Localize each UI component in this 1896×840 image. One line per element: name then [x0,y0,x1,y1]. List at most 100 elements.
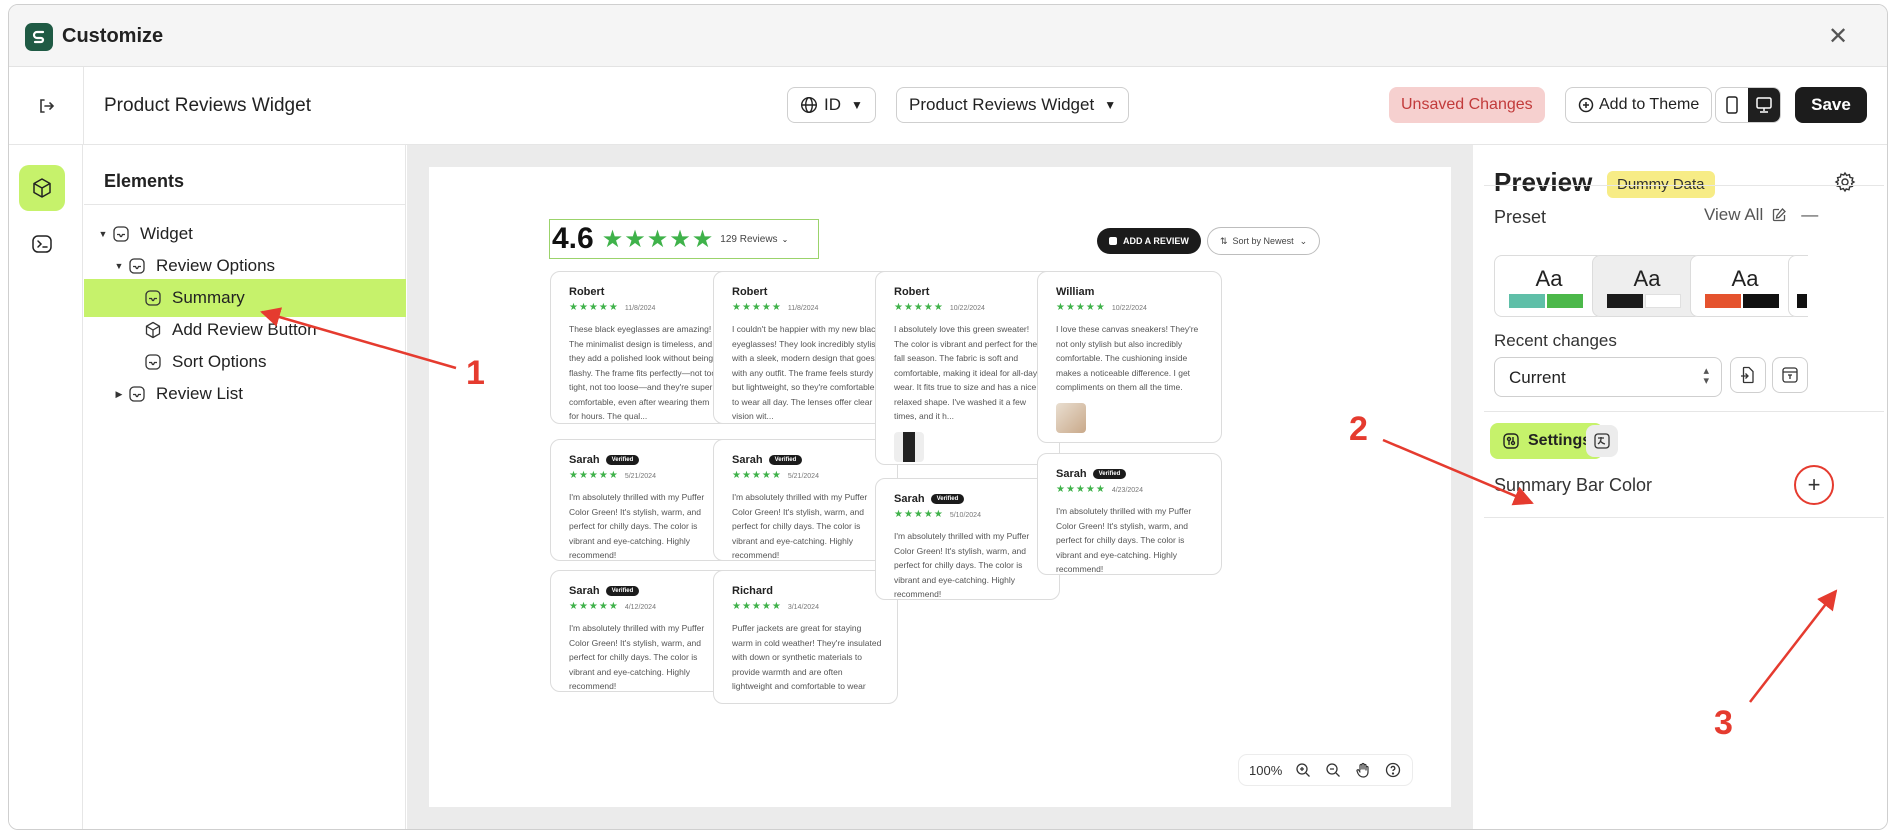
hand-icon[interactable] [1354,761,1372,779]
tree-item-review-list[interactable]: ▶ Review List [84,375,406,413]
zoom-level: 100% [1249,762,1283,778]
caret-right-icon[interactable]: ▶ [112,389,126,400]
reviewer-name: Sarah [894,493,925,505]
sort-dropdown[interactable]: ⇅ Sort by Newest ⌄ [1207,227,1321,255]
close-icon[interactable]: ✕ [1823,21,1853,51]
reviewer-name: Sarah [569,454,600,466]
recent-changes-select[interactable]: Current ▴ ▾ [1494,357,1722,397]
add-to-theme-button[interactable]: Add to Theme [1565,87,1713,123]
preset-swatch [1705,294,1741,308]
add-color-plus-icon[interactable]: + [1794,465,1834,505]
section-icon [126,255,148,277]
help-icon[interactable] [1384,761,1402,779]
review-text: I'm absolutely thrilled with my Puffer C… [1056,506,1192,574]
review-stars: ★★★★★ [732,302,782,313]
preview-panel: Preview Dummy Data Preset View All — Aa … [1474,145,1887,829]
add-to-theme-label: Add to Theme [1599,96,1700,113]
template-icon[interactable] [1772,357,1808,393]
review-date: 3/14/2024 [787,604,819,611]
tree-item-label: Summary [172,288,245,307]
reviewer-name: Robert [732,286,768,298]
device-toggle [1715,87,1781,123]
preset-card[interactable]: Aa [1494,255,1604,317]
review-text: I love these canvas sneakers! They're no… [1056,324,1199,392]
section-icon [126,383,148,405]
preset-sample: Aa [1535,266,1563,291]
review-date: 10/22/2024 [949,305,985,312]
rating-stars: ★★★★★ [601,225,715,253]
review-card: Robert ★★★★★ 11/8/2024 I couldn't be happ… [713,271,898,424]
annotation-label-1: 1 [466,354,485,392]
preset-label: Preset [1494,207,1547,227]
gear-icon[interactable] [1834,171,1860,197]
review-card: Sarah Verified ★★★★★ 4/23/2024 I'm absolut… [1037,453,1222,575]
desktop-view-icon[interactable] [1748,88,1780,122]
annotation-label-3: 3 [1714,704,1733,742]
import-icon[interactable] [1730,357,1766,393]
review-card: William ★★★★★ 10/22/2024 I love these can… [1037,271,1222,443]
review-text: Puffer jackets are great for staying war… [732,623,882,691]
view-all-label: View All [1704,205,1764,224]
reviewer-name: Richard [732,585,773,597]
preview-title: Preview [1494,167,1593,197]
review-stars: ★★★★★ [732,470,782,481]
preset-card[interactable]: Aa [1690,255,1800,317]
review-text: These black eyeglasses are amazing! The … [569,324,717,421]
preset-card[interactable]: Aa [1592,255,1702,317]
elements-panel: Elements ▼ Widget ▼ Review Options Summa… [84,145,406,829]
preset-swatch [1645,294,1681,308]
review-stars: ★★★★★ [569,302,619,313]
divider [83,67,84,144]
widget-select[interactable]: Product Reviews Widget ▼ [896,87,1130,123]
review-card: Richard ★★★★★ 3/14/2024 Puffer jackets ar… [713,570,898,704]
divider [1484,411,1884,412]
verified-badge: Verified [768,455,803,465]
preset-swatch [1547,294,1583,308]
zoom-out-icon[interactable] [1324,761,1342,779]
exit-icon[interactable] [33,93,59,119]
customize-window: Customize ✕ Product Reviews Widget ID ▼ … [8,4,1888,830]
elements-cube-icon[interactable] [19,165,65,211]
review-stars: ★★★★★ [894,509,944,520]
verified-badge: Verified [605,455,640,465]
review-photo[interactable] [894,431,924,462]
mobile-view-icon[interactable] [1716,88,1748,122]
review-stars: ★★★★★ [894,302,944,313]
reviewer-name: Sarah [1056,468,1087,480]
caret-down-icon[interactable]: ▼ [112,261,126,271]
view-all-button[interactable]: View All — [1704,205,1818,225]
review-stars: ★★★★★ [1056,302,1106,313]
verified-badge: Verified [605,586,640,596]
preset-card-partial[interactable] [1788,255,1808,317]
save-button[interactable]: Save [1795,87,1867,123]
preset-swatch [1743,294,1779,308]
add-review-button[interactable]: ADD A REVIEW [1097,228,1201,254]
screenshot-root: Customize ✕ Product Reviews Widget ID ▼ … [0,0,1896,840]
review-text: I absolutely love this green sweater! Th… [894,324,1039,421]
zoom-controls: 100% [1239,755,1413,785]
recent-changes-value: Current [1509,368,1566,387]
unsaved-changes-badge: Unsaved Changes [1389,87,1545,123]
rating-summary[interactable]: 4.6 ★★★★★ 129 Reviews ⌄ [549,219,819,259]
preset-swatch [1797,294,1807,308]
caret-down-icon[interactable]: ▼ [96,229,110,239]
review-text: I'm absolutely thrilled with my Puffer C… [569,623,705,691]
review-photo[interactable] [1056,402,1086,433]
review-card: Sarah Verified ★★★★★ 5/21/2024 I'm absolut… [713,439,898,561]
tree-item-label: Review Options [156,256,276,275]
settings-tab-label: Settings [1528,432,1592,449]
sort-label: Sort by Newest [1232,236,1294,246]
language-select[interactable]: ID ▼ [787,87,876,123]
review-stars: ★★★★★ [1056,484,1106,495]
translate-icon[interactable] [1586,425,1618,457]
reviewer-name: Sarah [732,454,763,466]
review-text: I couldn't be happier with my new black … [732,324,883,421]
updown-icon: ▴ ▾ [1703,365,1709,387]
collapse-icon[interactable]: — [1801,205,1818,225]
code-icon[interactable] [19,221,65,267]
app-logo-icon [25,23,53,51]
widget-icon [110,223,132,245]
review-date: 4/12/2024 [624,604,656,611]
zoom-in-icon[interactable] [1294,761,1312,779]
add-review-label: ADD A REVIEW [1123,236,1189,246]
